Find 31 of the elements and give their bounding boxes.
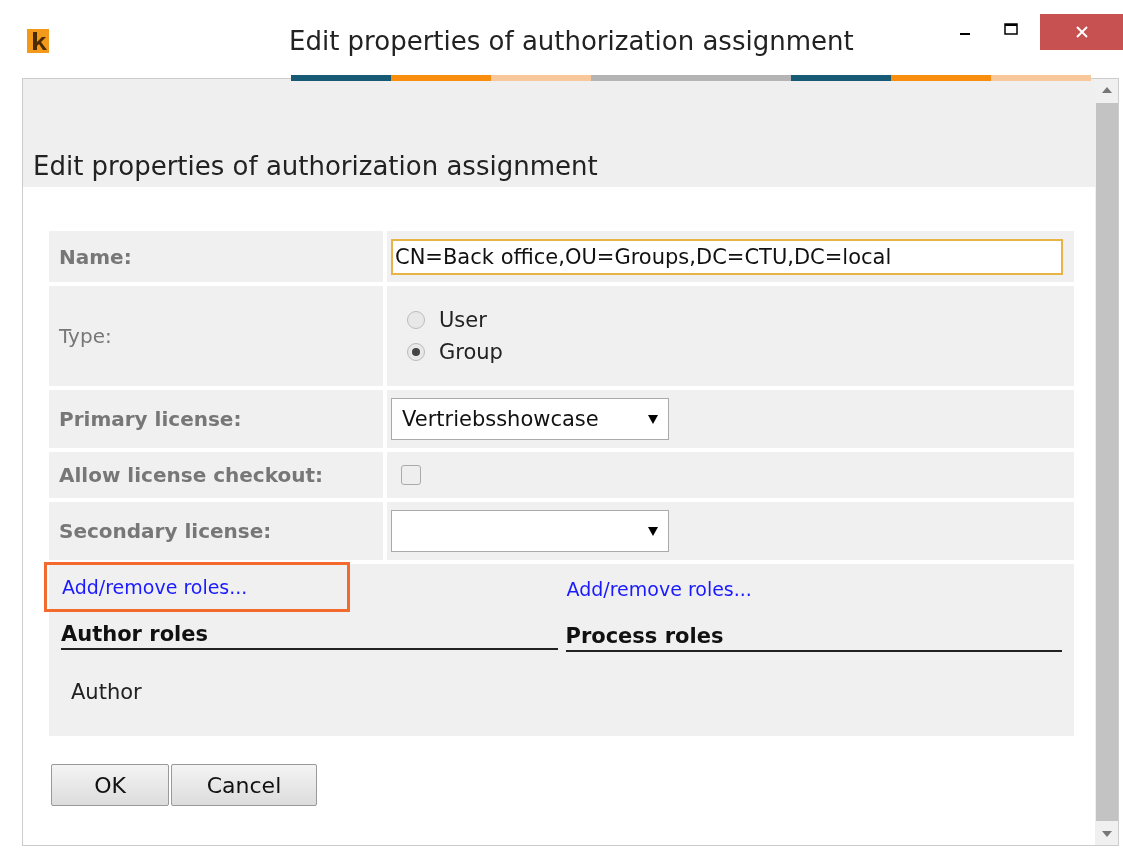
close-button[interactable] bbox=[1040, 14, 1123, 50]
caret-icon bbox=[648, 414, 658, 424]
add-remove-roles-link[interactable]: Add/remove roles... bbox=[62, 576, 248, 598]
field-label: Name: bbox=[49, 231, 383, 282]
section-heading: Author roles bbox=[61, 614, 558, 650]
section-heading: Process roles bbox=[565, 616, 1062, 652]
radio-button[interactable] bbox=[407, 311, 425, 329]
radio-label: Group bbox=[439, 340, 503, 364]
radio-button[interactable] bbox=[407, 343, 425, 361]
field-label: Type: bbox=[49, 286, 383, 386]
field-label: Allow license checkout: bbox=[49, 452, 383, 498]
field-label: Secondary license: bbox=[49, 502, 383, 560]
minimize-icon bbox=[960, 33, 970, 35]
scroll-up-icon[interactable] bbox=[1101, 87, 1112, 93]
page-heading: Edit properties of authorization assignment bbox=[33, 151, 599, 181]
caret-icon bbox=[648, 526, 658, 536]
scroll-down-icon[interactable] bbox=[1101, 831, 1112, 837]
name-input-field[interactable]: CN=Back office,OU=Groups,DC=CTU,DC=local bbox=[391, 238, 1063, 275]
dropdown[interactable]: Vertriebsshowcase bbox=[391, 398, 669, 440]
role-item: Author bbox=[71, 680, 143, 704]
checkbox[interactable] bbox=[401, 465, 421, 485]
add-remove-roles-link[interactable]: Add/remove roles... bbox=[566, 578, 752, 600]
dialog-button[interactable]: OK bbox=[51, 764, 169, 806]
window-title: Edit properties of authorization assignment bbox=[289, 26, 854, 56]
app-logo-icon bbox=[27, 29, 49, 53]
field-label: Primary license: bbox=[49, 390, 383, 448]
radio-label: User bbox=[439, 308, 487, 332]
maximize-icon bbox=[1004, 23, 1018, 35]
dropdown[interactable] bbox=[391, 510, 669, 552]
dialog-button[interactable]: Cancel bbox=[171, 764, 317, 806]
close-icon bbox=[1075, 26, 1088, 38]
